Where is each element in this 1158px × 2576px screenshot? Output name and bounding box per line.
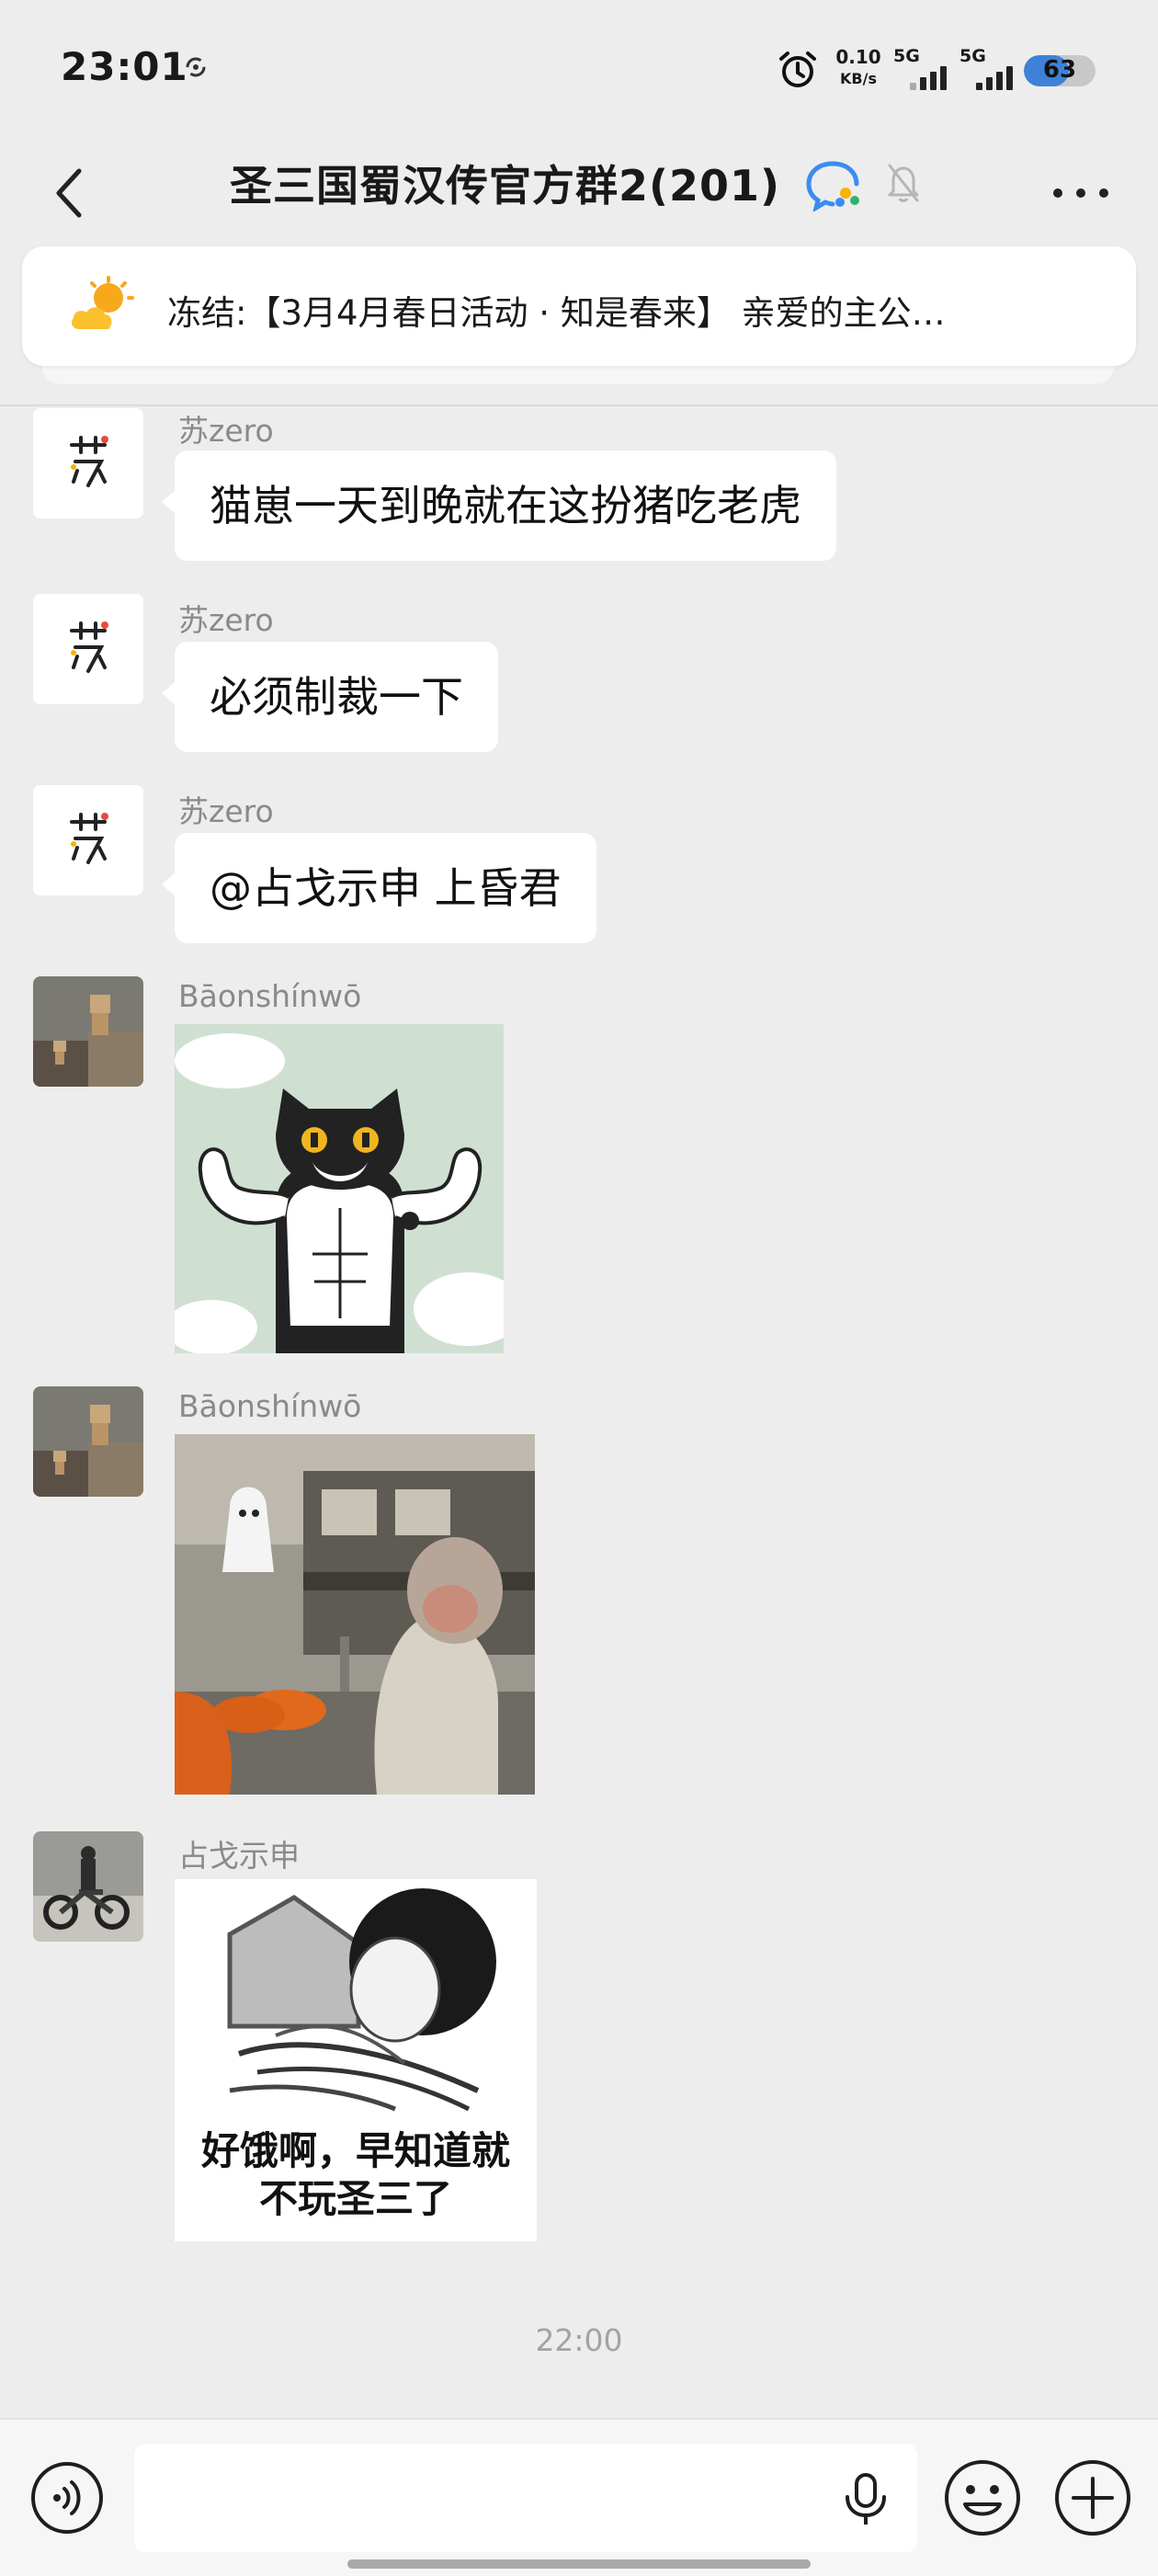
signal-sim1-icon: 5G — [893, 46, 954, 92]
dot-icon — [1099, 188, 1108, 198]
sender-name: 苏zero — [178, 602, 274, 638]
voice-mode-button[interactable] — [29, 2460, 105, 2536]
back-button[interactable] — [40, 156, 96, 230]
signal-sim2-icon: 5G — [959, 46, 1020, 92]
avatar-motorcycle[interactable] — [33, 1831, 143, 1942]
monkey-photo-image — [175, 1434, 535, 1795]
mute-bell-icon — [888, 164, 919, 202]
message-input[interactable] — [134, 2444, 917, 2552]
net-speed-unit: KB/s — [840, 70, 877, 87]
avatar-su-zero[interactable] — [33, 594, 143, 704]
chat-title: 圣三国蜀汉传官方群2(201) — [230, 161, 781, 211]
net-speed: 0.10 KB/s — [831, 46, 886, 90]
motorcycle-photo-icon — [33, 1831, 143, 1942]
meme-sticker[interactable]: 好饿啊，早知道就 不玩圣三了 — [175, 1879, 537, 2241]
avatar-su-zero[interactable] — [33, 785, 143, 895]
dot-icon — [1053, 188, 1062, 198]
input-bar — [0, 2418, 1158, 2576]
avatar-su-zero[interactable] — [33, 408, 143, 519]
su-zero-logo-icon — [33, 594, 143, 704]
avatar-danbo[interactable] — [33, 976, 143, 1087]
meme-caption: 好饿啊，早知道就 不玩圣三了 — [175, 2127, 537, 2223]
net-speed-value: 0.10 — [835, 46, 881, 68]
sim1-label: 5G — [893, 46, 920, 66]
avatar-danbo[interactable] — [33, 1386, 143, 1497]
sun-cloud-icon — [72, 276, 134, 329]
message-bubble[interactable]: 猫崽一天到晚就在这扮猪吃老虎 — [162, 450, 836, 561]
chat-bot-icon[interactable] — [805, 158, 864, 211]
time-divider: 22:00 — [535, 2322, 623, 2358]
battery-icon: 63 — [1024, 55, 1096, 86]
sender-name: 苏zero — [178, 793, 274, 829]
top-divider — [0, 405, 1158, 406]
emoji-button[interactable] — [943, 2458, 1022, 2537]
meme-caption-line-2: 不玩圣三了 — [258, 2176, 452, 2221]
chevron-left-icon — [56, 168, 82, 218]
battery-level: 63 — [1042, 56, 1077, 84]
su-zero-logo-icon — [33, 785, 143, 895]
pinned-text: 冻结:【3月4月春日活动 · 知是春来】 亲爱的主公… — [167, 293, 946, 333]
su-zero-logo-icon — [33, 408, 143, 519]
meme-caption-line-1: 好饿啊，早知道就 — [200, 2128, 510, 2173]
microphone-icon[interactable] — [842, 2471, 890, 2526]
danbo-photo-icon — [33, 976, 143, 1087]
danbo-photo-icon — [33, 1386, 143, 1497]
message-bubble[interactable]: 必须制裁一下 — [162, 642, 498, 752]
muscle-cat-sticker[interactable] — [175, 1024, 504, 1353]
status-time: 23:01 — [61, 44, 188, 89]
sync-icon — [186, 57, 206, 77]
muscle-cat-image — [175, 1024, 504, 1353]
sender-name: Bāonshínwō — [178, 1388, 362, 1424]
pinned-announcement[interactable]: 冻结:【3月4月春日活动 · 知是春来】 亲爱的主公… — [22, 246, 1136, 366]
sender-name: Bāonshínwō — [178, 978, 362, 1014]
status-bar: 23:01 0.10 KB/s 5G 5G 63 — [0, 0, 1158, 138]
plus-more-button[interactable] — [1053, 2458, 1132, 2537]
sim2-label: 5G — [959, 46, 986, 66]
home-indicator[interactable] — [347, 2559, 811, 2569]
alarm-icon — [779, 51, 816, 87]
meme-drawing-image — [175, 1879, 537, 2118]
dot-icon — [1076, 188, 1085, 198]
sender-name: 苏zero — [178, 413, 274, 449]
sender-name: 占戈示申 — [178, 1838, 300, 1874]
more-options-button[interactable] — [1053, 175, 1108, 211]
monkey-photo-sticker[interactable] — [175, 1434, 535, 1795]
message-bubble[interactable]: @占戈示申 上昏君 — [162, 833, 596, 943]
